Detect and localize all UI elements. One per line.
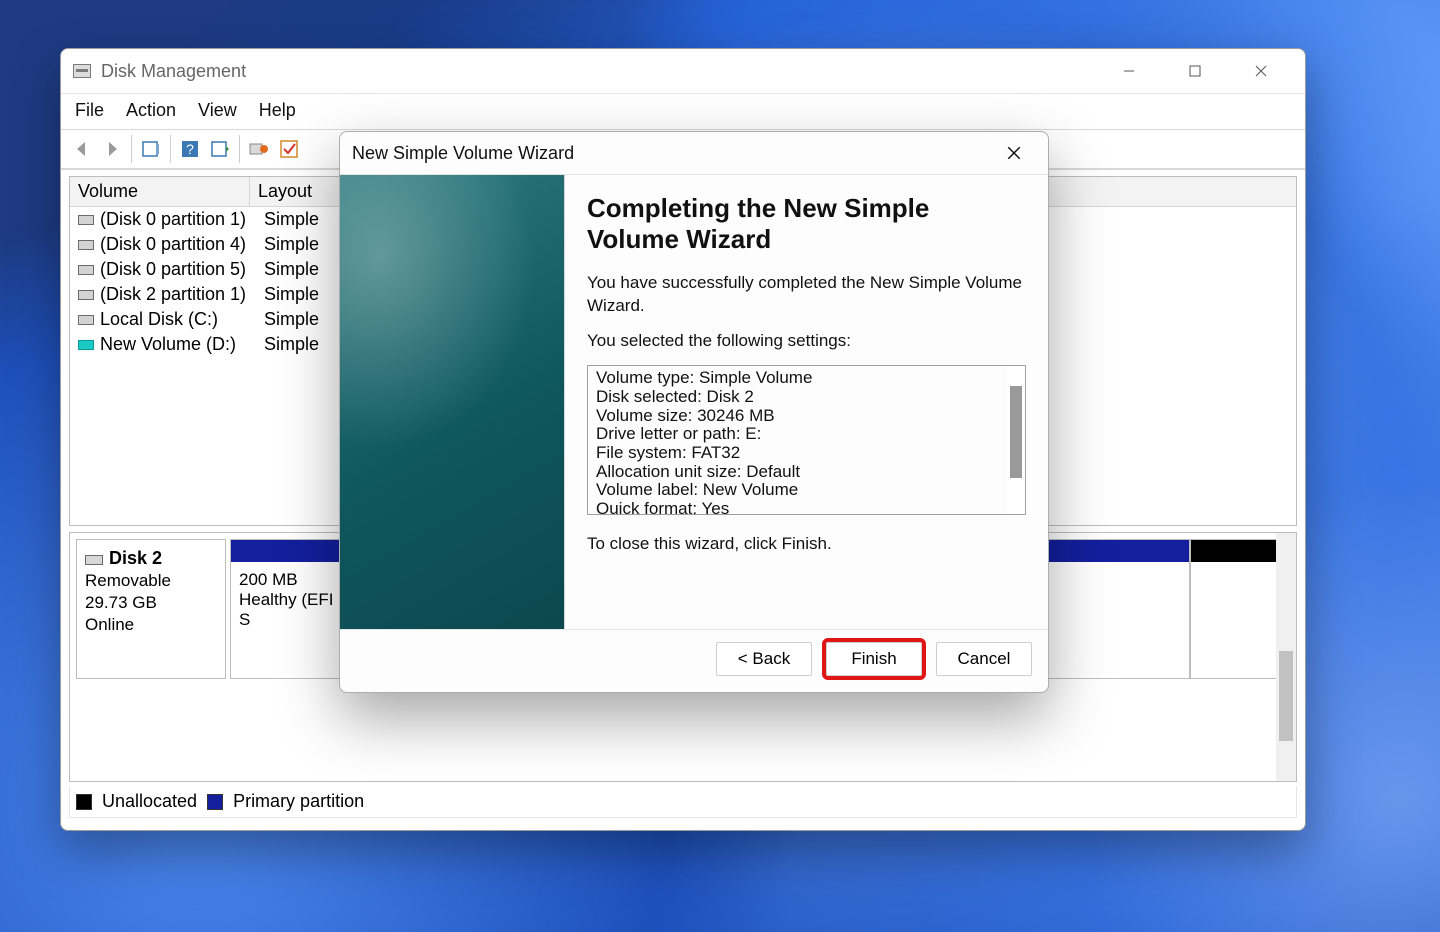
cancel-button[interactable]: Cancel: [936, 642, 1032, 676]
summary-line: Allocation unit size: Default: [596, 463, 1017, 482]
volume-icon: [78, 340, 94, 350]
summary-line: Disk selected: Disk 2: [596, 388, 1017, 407]
volume-icon: [78, 215, 94, 225]
volume-name: (Disk 0 partition 1): [100, 209, 260, 230]
partition-block-efi[interactable]: 200 MB Healthy (EFI S: [230, 539, 350, 679]
volume-name: Local Disk (C:): [100, 309, 260, 330]
legend-label-unallocated: Unallocated: [102, 791, 197, 812]
partition-block-unallocated[interactable]: [1190, 539, 1290, 679]
disk-view-scrollbar[interactable]: [1276, 533, 1296, 781]
menu-help[interactable]: Help: [259, 100, 296, 121]
volume-icon: [78, 315, 94, 325]
volume-icon: [78, 290, 94, 300]
wizard-sidebar-graphic: [340, 175, 565, 629]
wizard-heading: Completing the New Simple Volume Wizard: [587, 193, 1026, 254]
volume-name: (Disk 0 partition 5): [100, 259, 260, 280]
legend-label-primary: Primary partition: [233, 791, 364, 812]
wizard-closing-text: To close this wizard, click Finish.: [587, 533, 1026, 556]
volume-name: (Disk 2 partition 1): [100, 284, 260, 305]
toolbar-forward-icon[interactable]: [97, 134, 127, 164]
disk-info-panel[interactable]: Disk 2 Removable 29.73 GB Online: [76, 539, 226, 679]
volume-name: New Volume (D:): [100, 334, 260, 355]
partition-bar: [1191, 540, 1289, 562]
summary-line: File system: FAT32: [596, 444, 1017, 463]
toolbar-settings-icon[interactable]: [244, 134, 274, 164]
wizard-settings-summary[interactable]: Volume type: Simple VolumeDisk selected:…: [587, 365, 1026, 515]
volume-icon: [78, 240, 94, 250]
menu-file[interactable]: File: [75, 100, 104, 121]
window-controls: [1107, 56, 1297, 86]
disk-size: 29.73 GB: [85, 593, 217, 613]
minimize-button[interactable]: [1107, 56, 1151, 86]
wizard-title: New Simple Volume Wizard: [352, 143, 574, 164]
legend-swatch-primary: [207, 794, 223, 810]
legend: Unallocated Primary partition: [69, 786, 1297, 818]
toolbar-check-icon[interactable]: [274, 134, 304, 164]
disk-status: Online: [85, 615, 217, 635]
menu-action[interactable]: Action: [126, 100, 176, 121]
toolbar-properties-icon[interactable]: [136, 134, 166, 164]
svg-text:?: ?: [186, 141, 194, 157]
wizard-success-text: You have successfully completed the New …: [587, 272, 1026, 318]
menu-view[interactable]: View: [198, 100, 237, 121]
summary-line: Quick format: Yes: [596, 500, 1017, 515]
toolbar-refresh-icon[interactable]: [205, 134, 235, 164]
disk-title: Disk 2: [109, 548, 162, 568]
app-icon: [73, 64, 91, 78]
summary-line: Drive letter or path: E:: [596, 425, 1017, 444]
title-bar[interactable]: Disk Management: [61, 49, 1305, 93]
summary-line: Volume label: New Volume: [596, 481, 1017, 500]
column-header-volume[interactable]: Volume: [70, 177, 250, 206]
toolbar-help-icon[interactable]: ?: [175, 134, 205, 164]
maximize-button[interactable]: [1173, 56, 1217, 86]
legend-swatch-unallocated: [76, 794, 92, 810]
wizard-settings-intro: You selected the following settings:: [587, 330, 1026, 353]
summary-line: Volume type: Simple Volume: [596, 369, 1017, 388]
scrollbar-thumb[interactable]: [1010, 386, 1022, 478]
back-button[interactable]: < Back: [716, 642, 812, 676]
wizard-footer: < Back Finish Cancel: [340, 629, 1048, 692]
volume-name: (Disk 0 partition 4): [100, 234, 260, 255]
partition-size: 200 MB: [239, 570, 341, 590]
finish-button[interactable]: Finish: [826, 642, 922, 676]
drive-icon: [85, 555, 103, 565]
wizard-title-bar[interactable]: New Simple Volume Wizard: [340, 132, 1048, 174]
toolbar-back-icon[interactable]: [67, 134, 97, 164]
window-title: Disk Management: [101, 61, 246, 82]
volume-icon: [78, 265, 94, 275]
close-button[interactable]: [1239, 56, 1283, 86]
wizard-content: Completing the New Simple Volume Wizard …: [565, 175, 1048, 629]
wizard-close-button[interactable]: [992, 138, 1036, 168]
summary-scrollbar[interactable]: [1007, 366, 1025, 514]
partition-bar: [231, 540, 349, 562]
disk-type: Removable: [85, 571, 217, 591]
partition-status: Healthy (EFI S: [239, 590, 341, 630]
scrollbar-thumb[interactable]: [1279, 651, 1293, 741]
new-simple-volume-wizard: New Simple Volume Wizard Completing the …: [339, 131, 1049, 693]
menu-bar: File Action View Help: [61, 93, 1305, 129]
summary-line: Volume size: 30246 MB: [596, 407, 1017, 426]
